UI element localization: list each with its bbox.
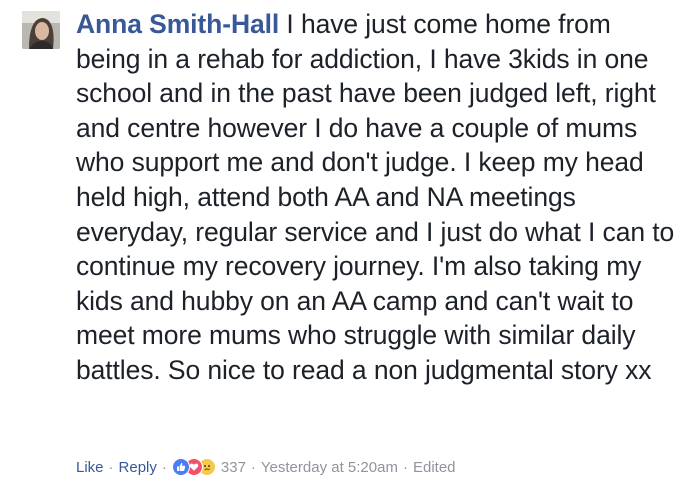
timestamp-link[interactable]: Yesterday at 5:20am bbox=[261, 459, 398, 476]
separator-dot: · bbox=[250, 458, 256, 476]
separator-dot: · bbox=[161, 458, 167, 476]
like-button[interactable]: Like bbox=[76, 459, 104, 476]
like-icon bbox=[171, 458, 190, 476]
comment: Anna Smith-Hall I have just come home fr… bbox=[0, 0, 700, 490]
avatar[interactable] bbox=[22, 11, 60, 49]
separator-dot: · bbox=[402, 458, 408, 476]
reaction-count: 337 bbox=[220, 458, 246, 476]
comment-text: I have just come home from being in a re… bbox=[76, 9, 675, 385]
author-name-link[interactable]: Anna Smith-Hall bbox=[76, 9, 279, 39]
comment-actions: Like · Reply · 337 · Yesterday at 5:20am… bbox=[76, 456, 456, 478]
reactions-summary[interactable]: 337 bbox=[171, 458, 246, 476]
reply-button[interactable]: Reply bbox=[119, 459, 157, 476]
edited-label: Edited bbox=[412, 458, 456, 476]
separator-dot: · bbox=[108, 458, 114, 476]
comment-body: Anna Smith-Hall I have just come home fr… bbox=[76, 7, 682, 388]
